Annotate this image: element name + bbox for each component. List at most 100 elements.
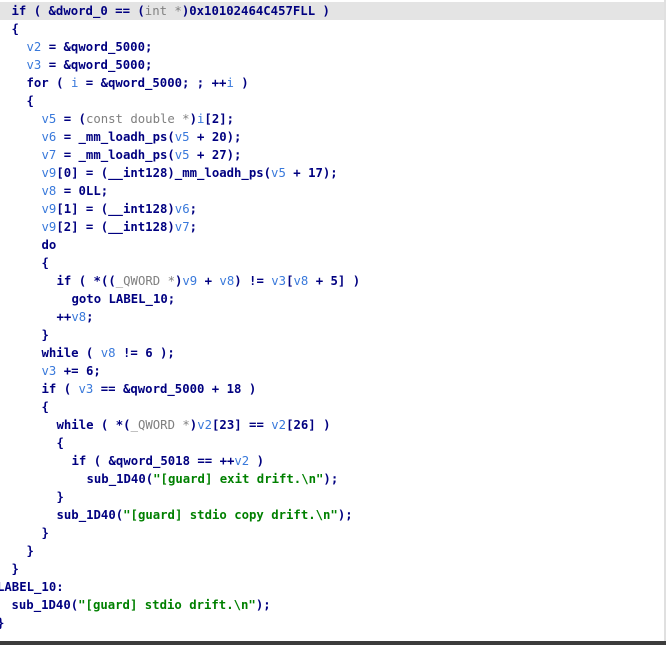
code-line[interactable]: do	[0, 236, 666, 254]
code-token-var[interactable]: v2	[27, 40, 42, 54]
code-token-var[interactable]: v5	[175, 130, 190, 144]
code-token-punc: ; ;	[182, 76, 212, 90]
code-token-kw: goto	[71, 292, 102, 306]
code-line[interactable]: {	[0, 398, 666, 416]
code-token-var[interactable]: v3	[79, 382, 94, 396]
code-token-var[interactable]: v9	[182, 274, 197, 288]
code-token-name[interactable]: &qword_5000	[64, 58, 145, 72]
code-token-op: ++	[56, 310, 72, 324]
code-token-op: *	[93, 274, 101, 288]
code-token-label[interactable]: LABEL_10	[109, 292, 168, 306]
code-line[interactable]: while ( *(_QWORD *)v2[23] == v2[26] )	[0, 416, 666, 434]
code-token-var[interactable]: v9	[42, 220, 57, 234]
code-line[interactable]: }	[0, 488, 666, 506]
code-token-punc: ;	[167, 292, 176, 306]
code-token-kw: if	[71, 454, 87, 468]
code-token-punc: );	[322, 166, 338, 180]
code-token-num: 5	[330, 274, 338, 288]
code-token-name[interactable]: &dword_0	[49, 4, 108, 18]
code-token-name[interactable]: __int128	[108, 202, 167, 216]
code-token-var[interactable]: v6	[175, 202, 190, 216]
code-line[interactable]: if ( &qword_5018 == ++v2 )	[0, 452, 666, 470]
code-token-var[interactable]: v8	[101, 346, 116, 360]
code-line[interactable]: }	[0, 326, 666, 344]
code-line[interactable]: if ( *((_QWORD *)v9 + v8) != v3[v8 + 5] …	[0, 272, 666, 290]
code-token-name[interactable]: &qword_5000	[64, 40, 145, 54]
code-token-name[interactable]: &qword_5018	[109, 454, 190, 468]
code-token-var[interactable]: v6	[42, 130, 57, 144]
code-token-call[interactable]: sub_1D40	[87, 472, 146, 486]
code-token-op: ==	[241, 418, 272, 432]
code-token-punc: :	[56, 580, 64, 594]
code-line[interactable]: sub_1D40("[guard] exit drift.\n");	[0, 470, 666, 488]
code-token-var[interactable]: v8	[219, 274, 234, 288]
code-token-call[interactable]: sub_1D40	[57, 508, 116, 522]
code-line[interactable]: sub_1D40("[guard] stdio copy drift.\n");	[0, 506, 666, 524]
code-line[interactable]: sub_1D40("[guard] stdio drift.\n");	[0, 596, 666, 614]
code-line[interactable]: {	[0, 434, 666, 452]
code-token-punc: ]	[71, 202, 79, 216]
code-token-num: 1	[63, 202, 72, 216]
code-token-var[interactable]: v3	[27, 58, 42, 72]
code-line[interactable]: {	[0, 254, 666, 272]
code-token-var[interactable]: v8	[71, 310, 86, 324]
code-token-punc: ] )	[337, 274, 361, 288]
code-line[interactable]: for ( i = &qword_5000; ; ++i )	[0, 74, 666, 92]
code-line[interactable]: v7 = _mm_loadh_ps(v5 + 27);	[0, 146, 666, 164]
code-token-var[interactable]: v5	[175, 148, 190, 162]
code-token-var[interactable]: v2	[197, 418, 212, 432]
code-token-var[interactable]: v9	[42, 202, 57, 216]
code-token-var[interactable]: v2	[234, 454, 249, 468]
code-line[interactable]: v9[1] = (__int128)v6;	[0, 200, 666, 218]
code-line[interactable]: {	[0, 92, 666, 110]
code-line[interactable]: {	[0, 20, 666, 38]
code-line[interactable]: LABEL_10:	[0, 578, 666, 596]
code-token-var[interactable]: v8	[293, 274, 308, 288]
code-token-punc: {	[11, 22, 19, 36]
code-line[interactable]: goto LABEL_10;	[0, 290, 666, 308]
code-token-name[interactable]: &qword_5000	[123, 382, 204, 396]
code-line[interactable]: v2 = &qword_5000;	[0, 38, 666, 56]
code-line[interactable]: }	[0, 542, 666, 560]
code-token-punc: }	[0, 616, 4, 630]
code-line[interactable]: v3 += 6;	[0, 362, 666, 380]
code-token-var[interactable]: v3	[42, 364, 57, 378]
code-token-var[interactable]: v8	[42, 184, 57, 198]
code-token-kw: if	[56, 274, 72, 288]
code-token-var[interactable]: i	[226, 76, 233, 90]
code-line[interactable]: if ( v3 == &qword_5000 + 18 )	[0, 380, 666, 398]
code-line[interactable]: v8 = 0LL;	[0, 182, 666, 200]
code-token-label[interactable]: LABEL_10	[0, 580, 56, 594]
code-token-punc: )	[315, 4, 330, 18]
code-token-var[interactable]: v7	[42, 148, 57, 162]
code-line[interactable]: }	[0, 524, 666, 542]
code-line[interactable]: v9[2] = (__int128)v7;	[0, 218, 666, 236]
code-token-punc: }	[11, 562, 19, 576]
code-token-call[interactable]: _mm_loadh_ps	[79, 148, 168, 162]
pseudocode-view[interactable]: if ( &dword_0 == (int *)0x10102464C457FL…	[0, 2, 666, 632]
code-token-call[interactable]: _mm_loadh_ps	[175, 166, 264, 180]
code-line[interactable]: while ( v8 != 6 );	[0, 344, 666, 362]
code-line[interactable]: if ( &dword_0 == (int *)0x10102464C457FL…	[0, 2, 666, 20]
code-token-call[interactable]: _mm_loadh_ps	[79, 130, 168, 144]
code-token-name[interactable]: __int128	[108, 220, 167, 234]
code-token-kw: for	[26, 76, 49, 90]
code-line[interactable]: v9[0] = (__int128)_mm_loadh_ps(v5 + 17);	[0, 164, 666, 182]
code-token-name[interactable]: &qword_5000	[101, 76, 182, 90]
code-line[interactable]: v3 = &qword_5000;	[0, 56, 666, 74]
code-token-call[interactable]: sub_1D40	[12, 598, 71, 612]
code-line[interactable]: v5 = (const double *)i[2];	[0, 110, 666, 128]
code-token-punc: (	[137, 4, 145, 18]
code-token-var[interactable]: v3	[271, 274, 286, 288]
code-line[interactable]: v6 = _mm_loadh_ps(v5 + 20);	[0, 128, 666, 146]
code-token-var[interactable]: v5	[42, 112, 57, 126]
code-line[interactable]: }	[0, 560, 666, 578]
code-token-op: =	[41, 40, 64, 54]
code-token-var[interactable]: v5	[271, 166, 286, 180]
code-token-name[interactable]: __int128	[108, 166, 167, 180]
code-token-var[interactable]: v2	[271, 418, 286, 432]
code-line[interactable]: ++v8;	[0, 308, 666, 326]
code-line[interactable]: }	[0, 614, 666, 632]
code-token-var[interactable]: v9	[42, 166, 57, 180]
code-token-var[interactable]: v7	[175, 220, 190, 234]
